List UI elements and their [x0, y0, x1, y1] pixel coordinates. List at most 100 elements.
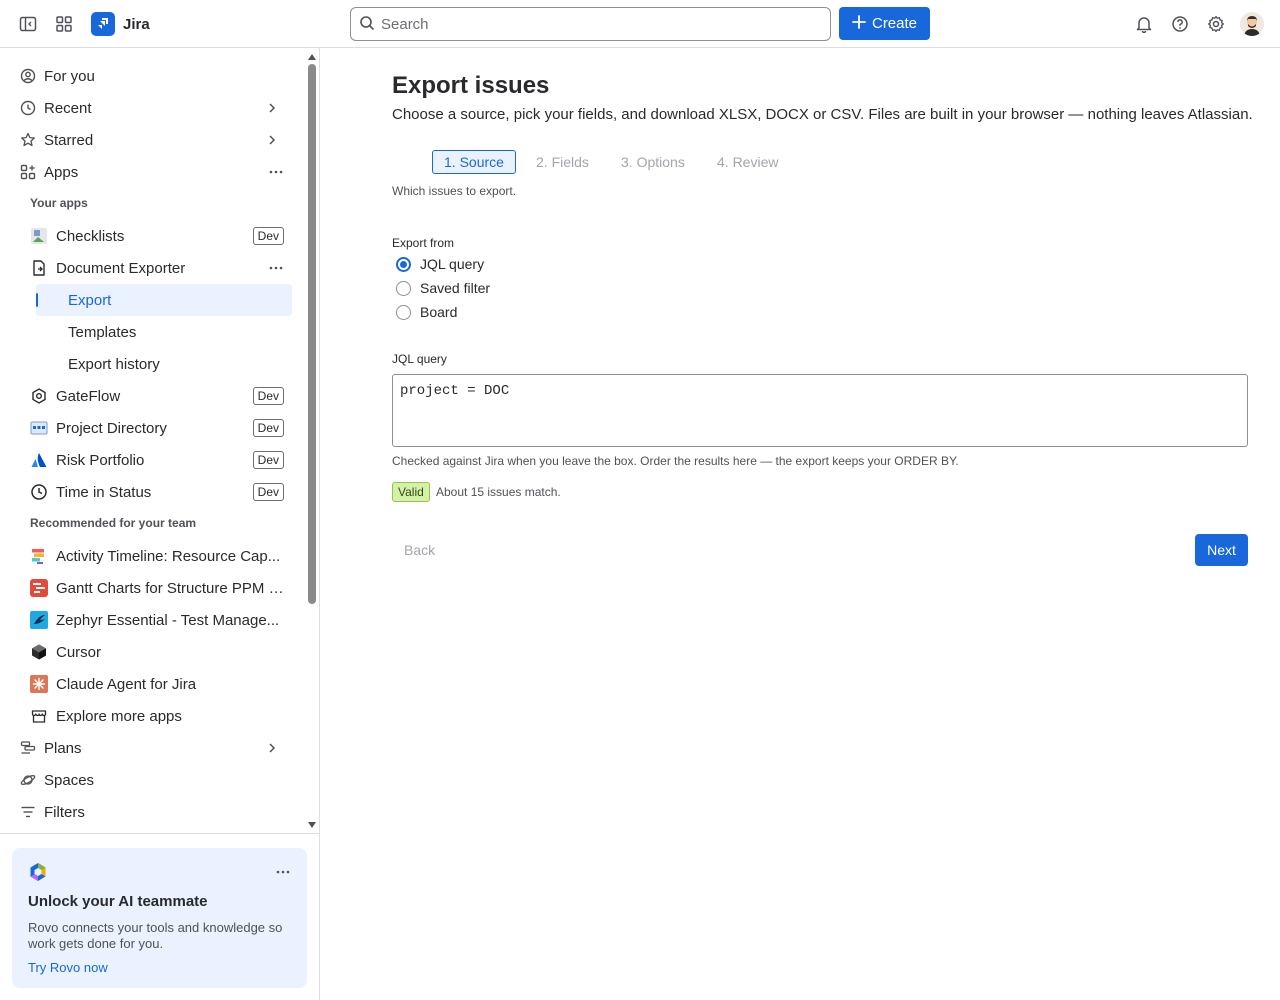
sidebar-item-label: Spaces	[44, 771, 95, 789]
user-avatar[interactable]	[1240, 12, 1264, 36]
create-button[interactable]: Create	[839, 7, 930, 40]
scrollbar-thumb[interactable]	[308, 64, 316, 604]
sidebar-child-export-history[interactable]: Export history	[36, 348, 292, 380]
recommended-app-zephyr[interactable]: Zephyr Essential - Test Manage...	[24, 604, 292, 636]
radio-button[interactable]	[396, 256, 411, 272]
zephyr-icon	[30, 611, 48, 629]
sidebar-app-project-directory[interactable]: Project Directory Dev	[24, 412, 292, 444]
app-label: Project Directory	[56, 419, 167, 437]
sidebar-scroll-area: For you Recent Starred Apps Your apps Ch…	[0, 48, 319, 834]
settings-gear-icon[interactable]	[1204, 12, 1228, 36]
sidebar-app-document-exporter[interactable]: Document Exporter	[24, 252, 292, 284]
more-options-icon[interactable]	[268, 164, 284, 180]
sidebar-item-apps[interactable]: Apps	[12, 156, 292, 188]
claude-icon	[30, 675, 48, 693]
chevron-right-icon[interactable]	[264, 100, 280, 116]
directory-icon	[30, 419, 48, 437]
atlassian-icon	[30, 451, 48, 469]
sidebar-item-filters[interactable]: Filters	[12, 796, 292, 828]
back-button[interactable]: Back	[392, 534, 447, 566]
planet-icon	[20, 772, 36, 788]
radio-jql-query[interactable]: JQL query	[396, 254, 484, 274]
recommended-app-gantt-charts[interactable]: Gantt Charts for Structure PPM -...	[24, 572, 292, 604]
jira-logo[interactable]: Jira	[91, 12, 150, 36]
app-label: Zephyr Essential - Test Manage...	[56, 611, 280, 629]
export-from-label: Export from	[392, 236, 455, 250]
hexagon-icon	[30, 387, 48, 405]
step-hint: Which issues to export.	[392, 184, 517, 198]
step-source[interactable]: 1. Source	[432, 150, 516, 174]
sidebar-item-plans[interactable]: Plans	[12, 732, 292, 764]
notifications-icon[interactable]	[1132, 12, 1156, 36]
more-options-icon[interactable]	[268, 260, 284, 276]
apps-icon	[20, 164, 36, 180]
search-box[interactable]	[350, 7, 831, 41]
jql-help-text: Checked against Jira when you leave the …	[392, 454, 959, 468]
top-bar: Jira Create	[0, 0, 1280, 48]
your-apps-heading: Your apps	[30, 196, 88, 210]
radio-button[interactable]	[396, 280, 411, 296]
checklists-icon	[30, 227, 48, 245]
recommended-app-claude-agent[interactable]: Claude Agent for Jira	[24, 668, 292, 700]
sidebar-scrollbar[interactable]	[305, 48, 319, 833]
search-icon	[359, 15, 375, 34]
clock-icon	[30, 483, 48, 501]
next-button[interactable]: Next	[1195, 534, 1248, 566]
sidebar-app-risk-portfolio[interactable]: Risk Portfolio Dev	[24, 444, 292, 476]
dev-badge: Dev	[252, 483, 284, 501]
app-label: Gantt Charts for Structure PPM -...	[56, 579, 284, 597]
cursor-cube-icon	[30, 643, 48, 661]
jql-query-label: JQL query	[392, 352, 447, 366]
step-options[interactable]: 3. Options	[611, 150, 695, 174]
search-input[interactable]	[381, 15, 801, 33]
app-label: GateFlow	[56, 387, 121, 405]
chevron-right-icon[interactable]	[264, 740, 280, 756]
sidebar-item-for-you[interactable]: For you	[12, 60, 292, 92]
sidebar-item-label: For you	[44, 67, 95, 85]
chevron-right-icon[interactable]	[264, 132, 280, 148]
document-icon	[30, 259, 48, 277]
scroll-down-arrow-icon[interactable]	[307, 820, 317, 830]
sidebar-item-label: Plans	[44, 739, 82, 757]
app-label: Checklists	[56, 227, 125, 245]
radio-board[interactable]: Board	[396, 302, 457, 322]
recommended-app-activity-timeline[interactable]: Activity Timeline: Resource Cap...	[24, 540, 292, 572]
child-label: Templates	[68, 323, 137, 341]
radio-label: Board	[420, 304, 458, 320]
more-options-icon[interactable]	[275, 864, 291, 880]
sidebar-app-checklists[interactable]: Checklists Dev	[24, 220, 292, 252]
promo-title: Unlock your AI teammate	[28, 893, 208, 910]
help-icon[interactable]	[1168, 12, 1192, 36]
gantt-icon	[30, 579, 48, 597]
dev-badge: Dev	[252, 387, 284, 405]
sidebar-item-spaces[interactable]: Spaces	[12, 764, 292, 796]
sidebar-app-gateflow[interactable]: GateFlow Dev	[24, 380, 292, 412]
app-switcher-icon[interactable]	[52, 12, 76, 36]
radio-saved-filter[interactable]: Saved filter	[396, 278, 490, 298]
scroll-up-arrow-icon[interactable]	[307, 52, 317, 62]
app-label: Risk Portfolio	[56, 451, 145, 469]
radio-button[interactable]	[396, 304, 411, 320]
sidebar-toggle-icon[interactable]	[16, 12, 40, 36]
clock-icon	[20, 100, 36, 116]
promo-body: Rovo connects your tools and knowledge s…	[28, 920, 283, 951]
explore-more-apps[interactable]: Explore more apps	[24, 700, 292, 732]
sidebar-item-recent[interactable]: Recent	[12, 92, 292, 124]
plans-icon	[20, 740, 36, 756]
app-label: Explore more apps	[56, 707, 182, 725]
dev-badge: Dev	[252, 419, 284, 437]
recommended-app-cursor[interactable]: Cursor	[24, 636, 292, 668]
dev-badge: Dev	[252, 451, 284, 469]
sidebar-app-time-in-status[interactable]: Time in Status Dev	[24, 476, 292, 508]
sidebar-item-label: Apps	[44, 163, 79, 181]
page-title: Export issues	[392, 72, 550, 99]
sidebar-item-starred[interactable]: Starred	[12, 124, 292, 156]
jql-query-input[interactable]: project = DOC	[392, 374, 1248, 447]
filter-icon	[20, 804, 36, 820]
step-review[interactable]: 4. Review	[707, 150, 788, 174]
sidebar-child-export[interactable]: Export	[36, 284, 292, 316]
try-rovo-link[interactable]: Try Rovo now	[28, 960, 108, 975]
store-icon	[30, 707, 48, 725]
step-fields[interactable]: 2. Fields	[526, 150, 599, 174]
sidebar-child-templates[interactable]: Templates	[36, 316, 292, 348]
